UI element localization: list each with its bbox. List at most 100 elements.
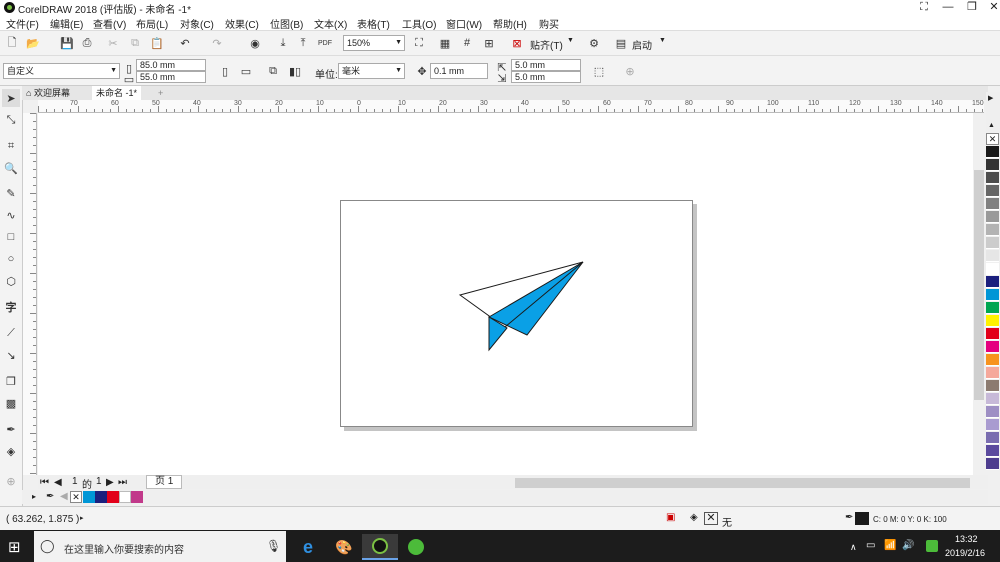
- current-page-icon[interactable]: ▮▯: [286, 62, 304, 80]
- document-color-swatch[interactable]: [107, 491, 119, 503]
- landscape-icon[interactable]: ▭: [237, 62, 255, 80]
- restore-button[interactable]: ❐: [960, 0, 984, 15]
- status-menu-icon[interactable]: ▸: [80, 514, 84, 522]
- text-tool-icon[interactable]: 字: [2, 298, 20, 316]
- menu-buy[interactable]: 购买: [539, 16, 559, 31]
- horizontal-ruler[interactable]: 70 60 50 40 30 20 10 0 10 20 30 40 50 60 70 80 90 100 110 1…: [38, 100, 984, 113]
- crop-tool-icon[interactable]: ⌗: [2, 137, 20, 155]
- menu-help[interactable]: 帮助(H): [493, 16, 527, 31]
- undo-icon[interactable]: ↶: [176, 34, 194, 52]
- palette-swatch[interactable]: [986, 224, 999, 236]
- eyedropper-icon[interactable]: ✒: [2, 420, 20, 438]
- full-screen-icon[interactable]: ⛶: [410, 34, 428, 52]
- palette-swatch[interactable]: [986, 406, 999, 418]
- user-icon[interactable]: ⛶: [912, 0, 936, 15]
- options-gear-icon[interactable]: ⚙: [585, 34, 603, 52]
- palette-swatch[interactable]: [986, 289, 999, 301]
- menu-table[interactable]: 表格(T): [357, 16, 390, 31]
- battery-icon[interactable]: ▭: [866, 540, 875, 551]
- launcher-icon[interactable]: ▤: [612, 34, 630, 52]
- palette-swatch[interactable]: [986, 172, 999, 184]
- tab-welcome[interactable]: ⌂ 欢迎屏幕: [22, 86, 74, 100]
- palette-scroll-left-icon[interactable]: ◀: [60, 491, 68, 502]
- palette-swatch[interactable]: [986, 432, 999, 444]
- palette-swatch[interactable]: [986, 276, 999, 288]
- palette-swatch[interactable]: [986, 393, 999, 405]
- palette-swatch[interactable]: [986, 445, 999, 457]
- menu-object[interactable]: 对象(C): [180, 16, 214, 31]
- show-hidden-icons[interactable]: ∧: [850, 542, 857, 553]
- document-color-swatch[interactable]: [83, 491, 95, 503]
- shape-tool-icon[interactable]: ⤡: [2, 111, 20, 129]
- menu-bitmaps[interactable]: 位图(B): [270, 16, 303, 31]
- palette-swatch[interactable]: [986, 250, 999, 262]
- palette-swatch[interactable]: [986, 419, 999, 431]
- tab-document[interactable]: 未命名 -1*: [92, 86, 142, 100]
- show-grid-icon[interactable]: #: [458, 34, 476, 52]
- color-proof-icon[interactable]: ▣: [666, 512, 675, 523]
- palette-swatch[interactable]: [986, 198, 999, 210]
- palette-scroll-up-icon-2[interactable]: ▲: [988, 122, 995, 129]
- network-icon[interactable]: 📶: [884, 540, 896, 551]
- pick-tool-icon[interactable]: ➤: [2, 89, 20, 107]
- snap-off-icon[interactable]: ⊠: [508, 34, 526, 52]
- palette-swatch[interactable]: [986, 263, 999, 275]
- menu-file[interactable]: 文件(F): [6, 16, 39, 31]
- redo-icon[interactable]: ↷: [208, 34, 226, 52]
- paint-app-icon[interactable]: 🎨: [326, 534, 362, 560]
- nudge-distance-field[interactable]: 0.1 mm: [430, 63, 488, 79]
- copy-icon[interactable]: ⧉: [126, 34, 144, 52]
- transparency-icon[interactable]: ▩: [2, 394, 20, 412]
- import-icon[interactable]: ⤓: [274, 34, 292, 52]
- taskbar-search-box[interactable]: ◯ 在这里输入你要搜索的内容 🎙: [34, 531, 286, 562]
- rectangle-tool-icon[interactable]: □: [2, 228, 20, 246]
- document-color-swatch[interactable]: [131, 491, 143, 503]
- palette-menu-icon[interactable]: ▸: [32, 492, 36, 501]
- page-border-icon[interactable]: ⬚: [590, 62, 608, 80]
- palette-swatch[interactable]: [986, 315, 999, 327]
- minimize-button[interactable]: —: [936, 0, 960, 15]
- duplicate-y-field[interactable]: 5.0 mm: [511, 71, 581, 83]
- snap-to-dropdown[interactable]: 贴齐(T): [530, 37, 563, 52]
- page-width-field[interactable]: 85.0 mm: [136, 59, 206, 71]
- palette-swatch[interactable]: [986, 341, 999, 353]
- windows-start-icon[interactable]: ⊞: [8, 538, 21, 556]
- close-button[interactable]: ✕: [982, 0, 1000, 15]
- add-tool-icon[interactable]: ⊕: [2, 472, 20, 490]
- palette-swatch[interactable]: [986, 354, 999, 366]
- coreldraw-taskbar-icon[interactable]: [362, 534, 398, 560]
- no-fill-swatch[interactable]: ✕: [704, 512, 718, 525]
- palette-swatch[interactable]: [986, 159, 999, 171]
- vertical-scroll-thumb[interactable]: [974, 170, 984, 400]
- palette-swatch[interactable]: [986, 328, 999, 340]
- print-icon[interactable]: ⎙: [78, 34, 96, 52]
- menu-edit[interactable]: 编辑(E): [50, 16, 83, 31]
- eyedropper-icon[interactable]: ✒: [46, 491, 54, 502]
- launch-dropdown[interactable]: 启动: [632, 37, 652, 52]
- connector-tool-icon[interactable]: ↘: [2, 346, 20, 364]
- menu-layout[interactable]: 布局(L): [136, 16, 168, 31]
- menu-tools[interactable]: 工具(O): [402, 16, 436, 31]
- menu-view[interactable]: 查看(V): [93, 16, 126, 31]
- paper-plane-drawing[interactable]: [455, 260, 590, 355]
- add-toolbar-icon[interactable]: ⊕: [621, 62, 639, 80]
- menu-effects[interactable]: 效果(C): [225, 16, 259, 31]
- pdf-export-icon[interactable]: PDF: [316, 34, 334, 52]
- palette-swatch[interactable]: [986, 211, 999, 223]
- no-color-swatch[interactable]: ✕: [70, 491, 82, 503]
- palette-swatch[interactable]: [986, 302, 999, 314]
- zoom-tool-icon[interactable]: 🔍: [2, 159, 20, 177]
- export-icon[interactable]: ⤒: [294, 34, 312, 52]
- page-1-tab[interactable]: 页 1: [146, 475, 183, 489]
- show-rulers-icon[interactable]: ▦: [436, 34, 454, 52]
- paste-icon[interactable]: 📋: [148, 34, 166, 52]
- drop-shadow-icon[interactable]: ❐: [2, 372, 20, 390]
- units-select[interactable]: 毫米 ▼: [338, 63, 405, 79]
- input-method-icon[interactable]: [926, 540, 938, 552]
- search-content-icon[interactable]: ◉: [246, 34, 264, 52]
- palette-swatch[interactable]: [986, 458, 999, 470]
- page-height-field[interactable]: 55.0 mm: [136, 71, 206, 83]
- show-guidelines-icon[interactable]: ⊞: [480, 34, 498, 52]
- palette-swatch[interactable]: [986, 237, 999, 249]
- palette-swatch[interactable]: [986, 380, 999, 392]
